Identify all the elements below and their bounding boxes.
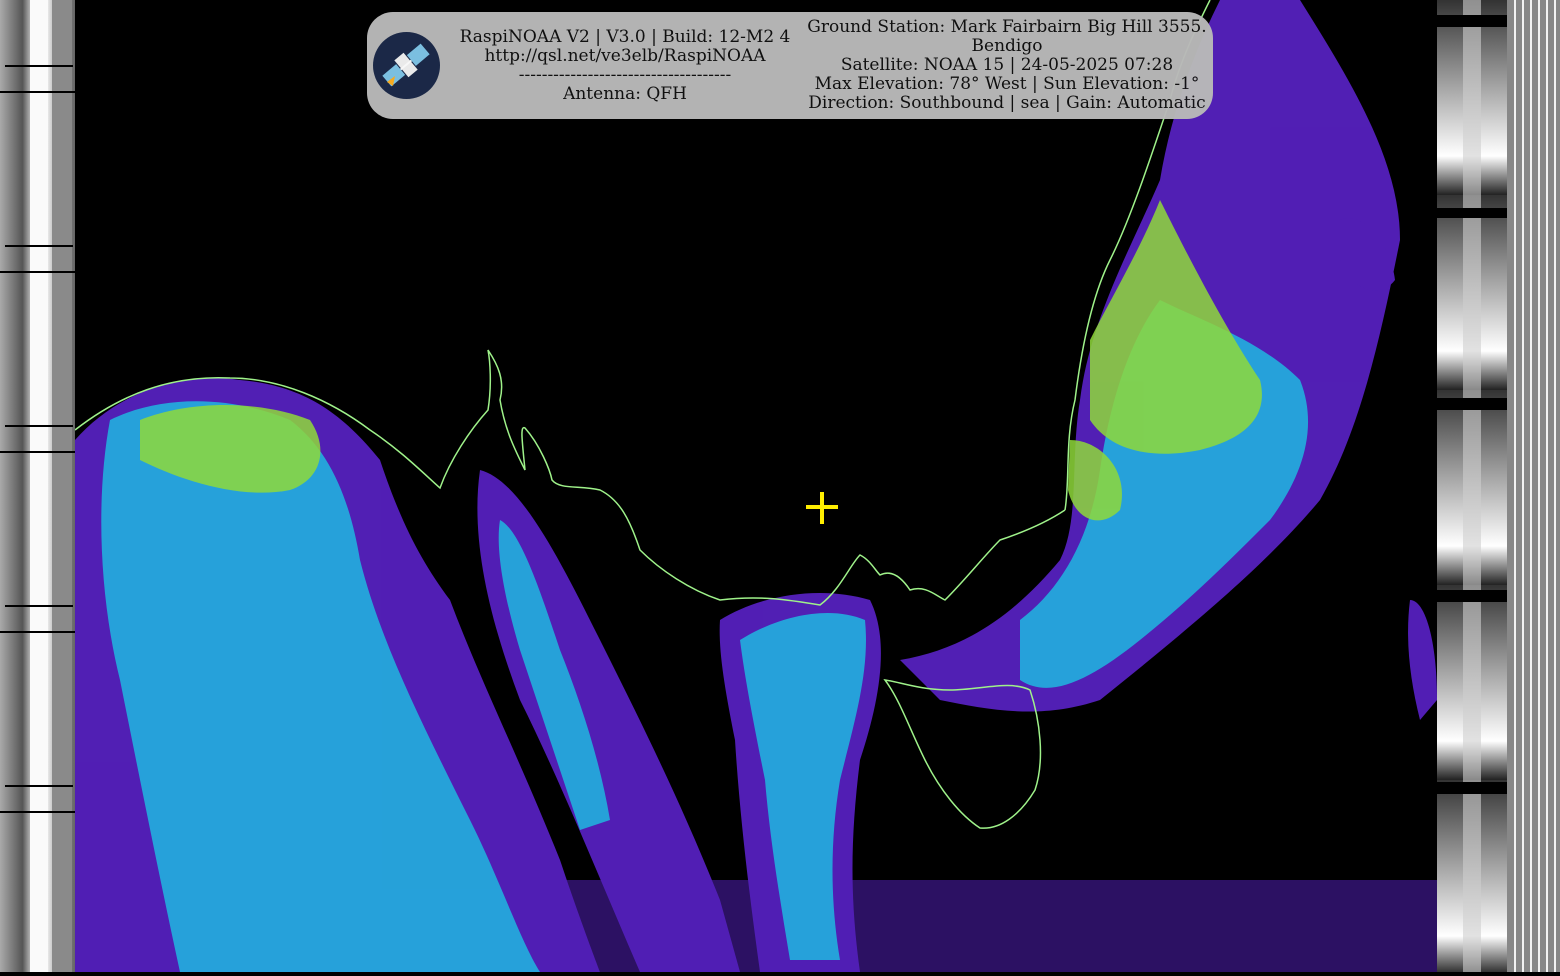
banner-line-antenna: Antenna: QFH	[563, 84, 687, 104]
banner-line-satellite: Satellite: NOAA 15 | 24-05-2025 07:28	[840, 55, 1174, 75]
banner-line-location: Bendigo	[971, 36, 1043, 56]
cloud-map	[75, 0, 1437, 972]
satellite-image: RaspiNOAA V2 | V3.0 | Build: 12-M2 4 htt…	[0, 0, 1560, 972]
map-area	[75, 0, 1437, 972]
banner-line-direction: Direction: Southbound | sea | Gain: Auto…	[808, 93, 1206, 113]
telemetry-strip-right-graphic	[1437, 0, 1556, 972]
crosshair-plus-icon	[806, 492, 838, 524]
banner-line-divider: -------------------------------------	[518, 65, 732, 85]
banner-line-ground-station: Ground Station: Mark Fairbairn Big Hill …	[807, 17, 1207, 37]
info-banner: RaspiNOAA V2 | V3.0 | Build: 12-M2 4 htt…	[367, 12, 1213, 119]
banner-line-version: RaspiNOAA V2 | V3.0 | Build: 12-M2 4	[459, 27, 791, 47]
banner-pass-info: Ground Station: Mark Fairbairn Big Hill …	[807, 18, 1207, 113]
telemetry-strip-left	[0, 0, 75, 972]
banner-line-url: http://qsl.net/ve3elb/RaspiNOAA	[484, 46, 766, 66]
satellite-icon	[373, 32, 440, 99]
banner-software-info: RaspiNOAA V2 | V3.0 | Build: 12-M2 4 htt…	[450, 28, 800, 104]
telemetry-strip-left-graphic	[0, 0, 75, 972]
banner-line-elevation: Max Elevation: 78° West | Sun Elevation:…	[814, 74, 1200, 94]
telemetry-strip-right	[1437, 0, 1560, 972]
